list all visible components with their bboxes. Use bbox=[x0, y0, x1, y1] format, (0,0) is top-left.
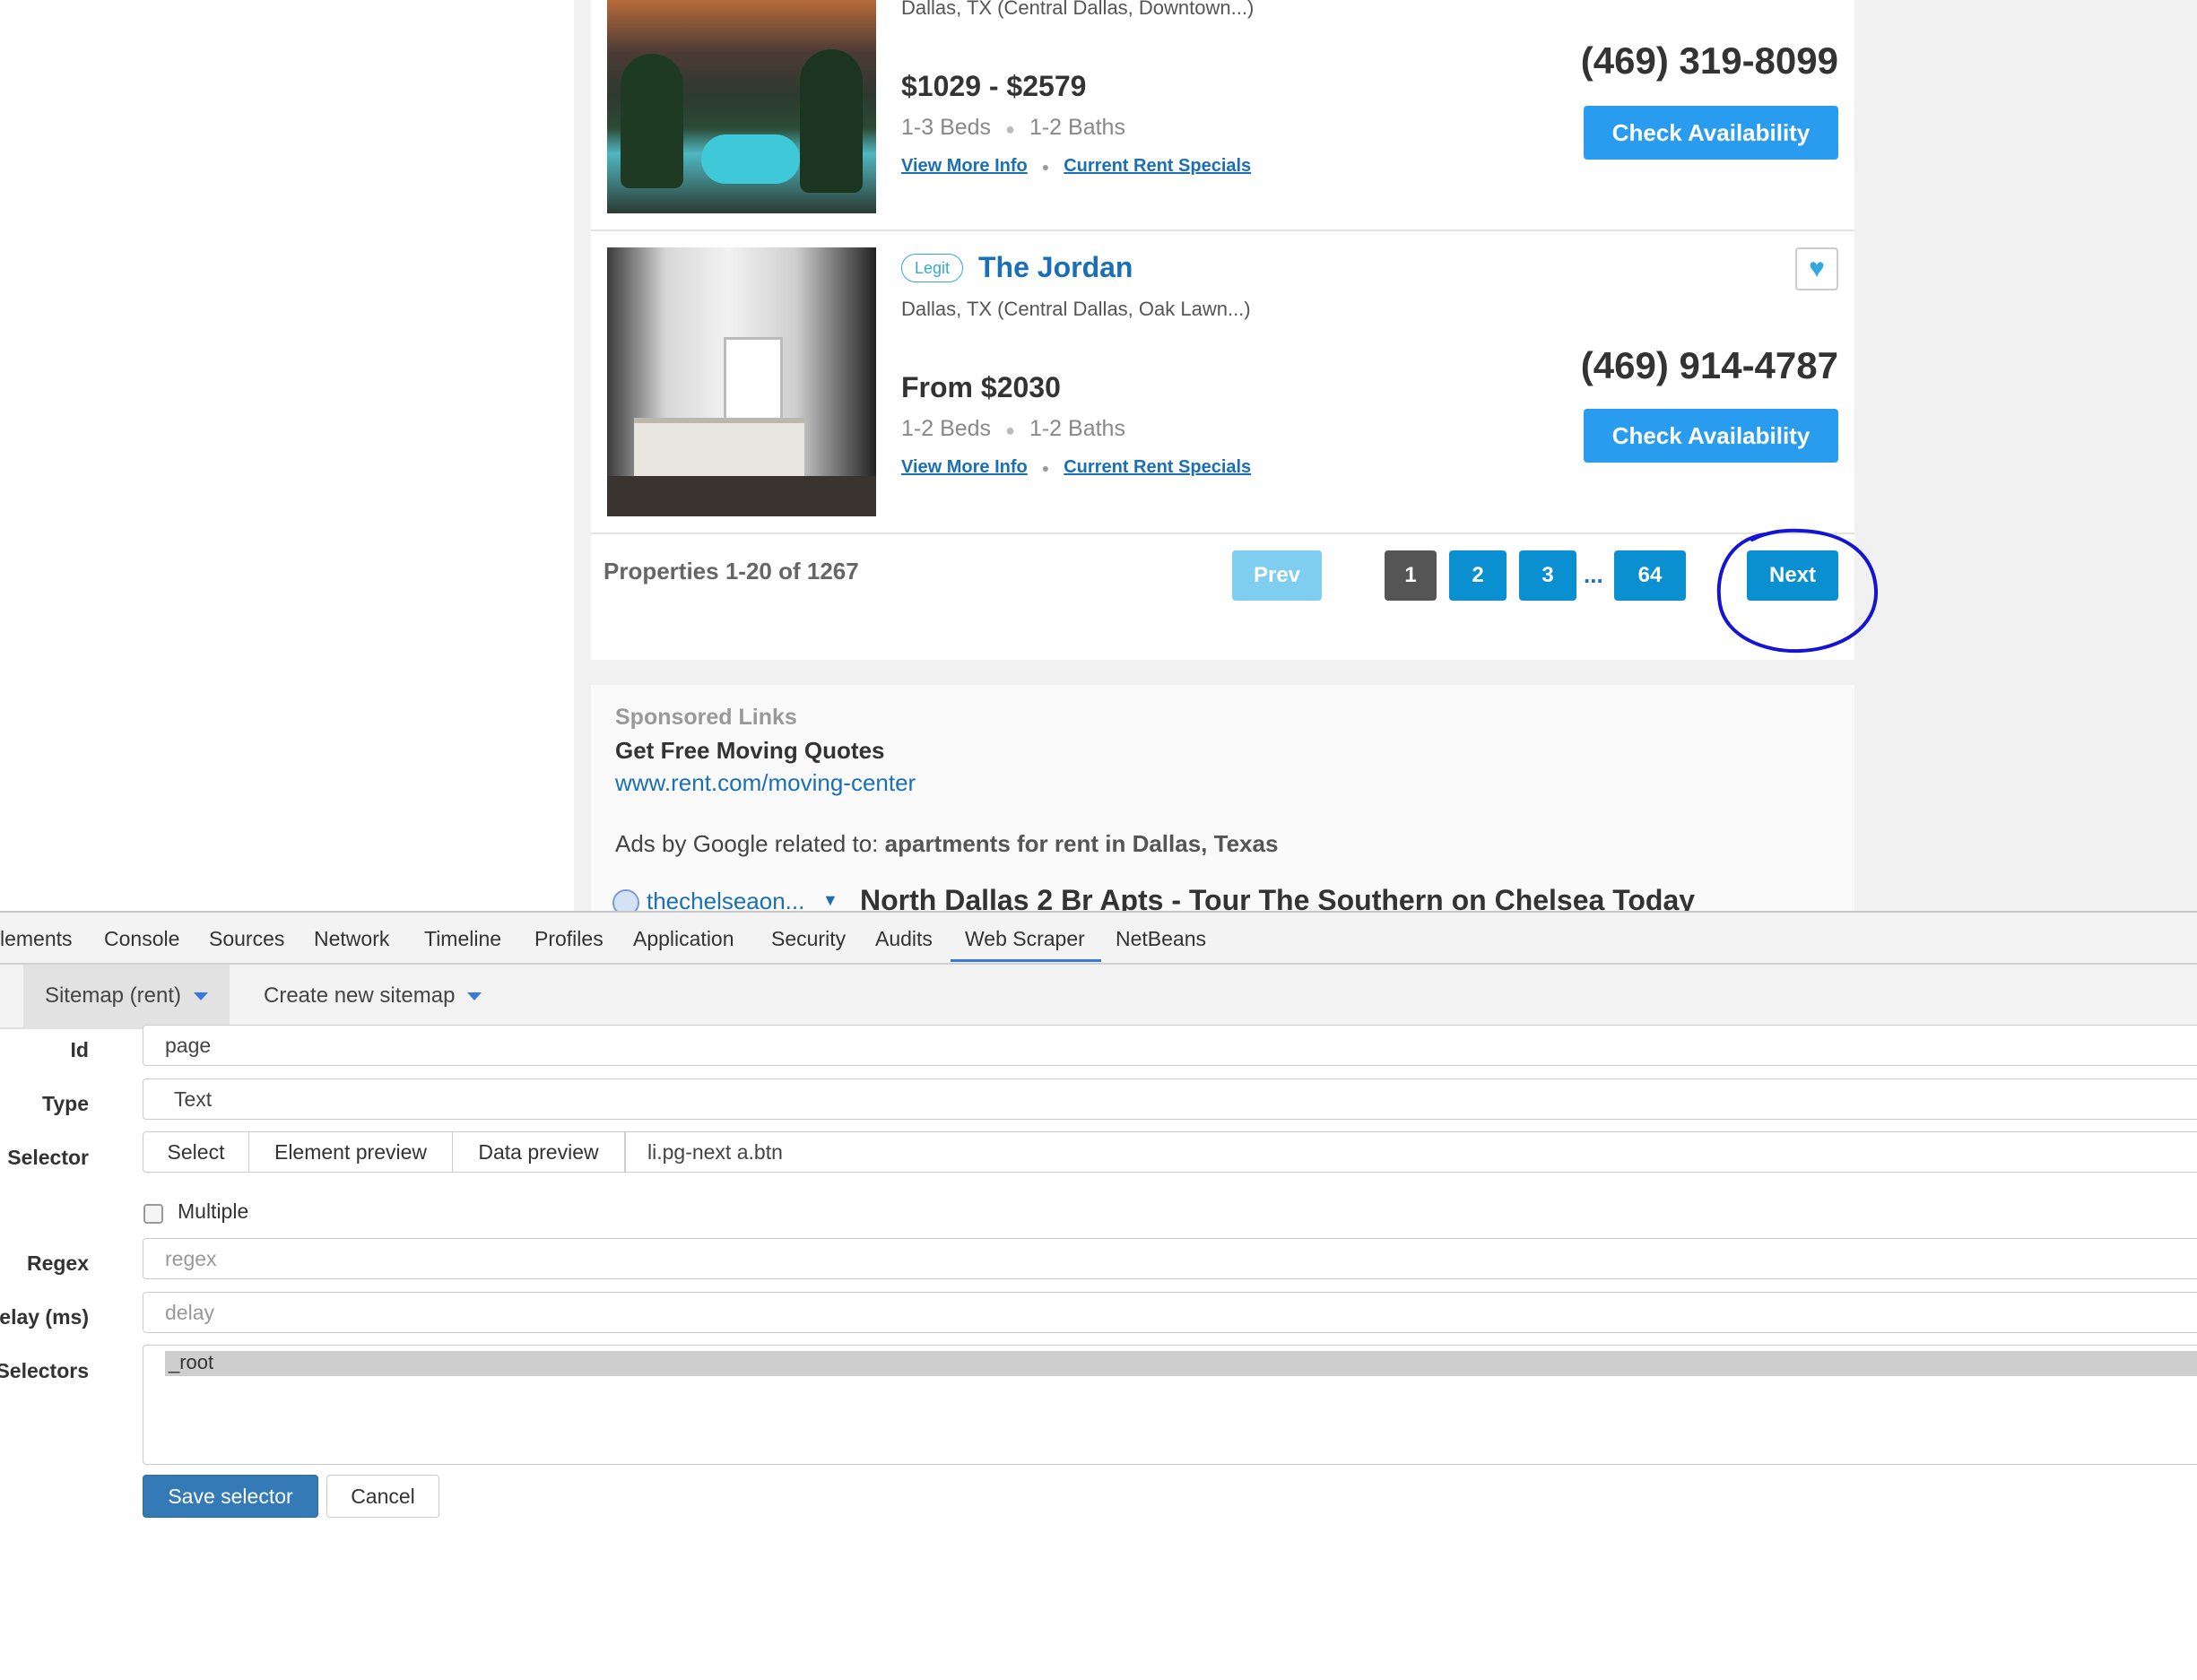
tab-timeline[interactable]: Timeline bbox=[424, 927, 501, 951]
tab-web-scraper[interactable]: Web Scraper bbox=[965, 927, 1085, 951]
listing-links: View More Info ● Current Rent Specials bbox=[901, 156, 1252, 176]
save-selector-button[interactable]: Save selector bbox=[143, 1475, 318, 1518]
listing-price: $1029 - $2579 bbox=[901, 70, 1087, 102]
selector-input[interactable]: li.pg-next a.btn bbox=[625, 1131, 2197, 1173]
listing-photo[interactable] bbox=[607, 247, 876, 516]
tab-console[interactable]: Console bbox=[104, 927, 179, 951]
regex-input[interactable]: regex bbox=[143, 1238, 2197, 1279]
tab-elements[interactable]: lements bbox=[0, 927, 73, 951]
tab-profiles[interactable]: Profiles bbox=[534, 927, 604, 951]
ads-by-google-text: Ads by Google related to: apartments for… bbox=[615, 830, 1278, 858]
multiple-checkbox[interactable] bbox=[143, 1204, 163, 1224]
delay-input[interactable]: delay bbox=[143, 1292, 2197, 1333]
beds-text: 1-3 Beds bbox=[901, 115, 992, 140]
next-page-button[interactable]: Next bbox=[1747, 550, 1838, 601]
web-page: Dallas, TX (Central Dallas, Downtown...)… bbox=[0, 0, 2197, 911]
tab-netbeans[interactable]: NetBeans bbox=[1116, 927, 1206, 951]
current-rent-specials-link[interactable]: Current Rent Specials bbox=[1064, 457, 1251, 477]
sitemap-dropdown[interactable]: Sitemap (rent) bbox=[23, 965, 230, 1027]
page-3-button[interactable]: 3 bbox=[1519, 550, 1576, 601]
baths-text: 1-2 Baths bbox=[1029, 115, 1125, 140]
tab-audits[interactable]: Audits bbox=[875, 927, 933, 951]
listing-links: View More Info ● Current Rent Specials bbox=[901, 457, 1252, 477]
legit-badge: Legit bbox=[901, 254, 964, 282]
globe-icon bbox=[612, 889, 639, 911]
current-rent-specials-link[interactable]: Current Rent Specials bbox=[1064, 156, 1251, 176]
selector-row: Select Element preview Data preview li.p… bbox=[143, 1131, 2197, 1173]
listing-card: Legit The Jordan ♥ Dallas, TX (Central D… bbox=[591, 231, 1854, 534]
favorite-heart-icon[interactable]: ♥ bbox=[1795, 247, 1838, 290]
listing-address: Dallas, TX (Central Dallas, Oak Lawn...) bbox=[901, 298, 1251, 320]
properties-count: Properties 1-20 of 1267 bbox=[604, 558, 859, 585]
listing-card: Dallas, TX (Central Dallas, Downtown...)… bbox=[591, 0, 1854, 231]
page-2-button[interactable]: 2 bbox=[1449, 550, 1507, 601]
tab-security[interactable]: Security bbox=[771, 927, 846, 951]
tab-network[interactable]: Network bbox=[314, 927, 389, 951]
check-availability-button[interactable]: Check Availability bbox=[1584, 106, 1838, 160]
parent-selector-option[interactable]: _root bbox=[165, 1351, 2197, 1376]
parent-selectors-listbox[interactable]: _root bbox=[143, 1345, 2197, 1465]
check-availability-button[interactable]: Check Availability bbox=[1584, 409, 1838, 463]
listing-phone[interactable]: (469) 914-4787 bbox=[1581, 344, 1838, 387]
baths-text: 1-2 Baths bbox=[1029, 416, 1125, 441]
page-64-button[interactable]: 64 bbox=[1614, 550, 1686, 601]
caret-down-icon[interactable]: ▼ bbox=[822, 891, 838, 910]
create-sitemap-label: Create new sitemap bbox=[264, 983, 456, 1008]
id-label: Id bbox=[70, 1038, 89, 1061]
listing-price: From $2030 bbox=[901, 371, 1061, 403]
element-preview-button[interactable]: Element preview bbox=[248, 1131, 453, 1173]
sitemap-dropdown-label: Sitemap (rent) bbox=[44, 983, 182, 1008]
listing-title[interactable]: The Jordan bbox=[978, 251, 1133, 284]
sponsored-url-link[interactable]: www.rent.com/moving-center bbox=[615, 769, 916, 797]
create-sitemap-dropdown[interactable]: Create new sitemap bbox=[242, 965, 503, 1027]
listing-photo[interactable] bbox=[607, 0, 876, 213]
listing-beds-baths: 1-3 Beds ● 1-2 Baths bbox=[901, 115, 1125, 140]
view-more-info-link[interactable]: View More Info bbox=[901, 457, 1028, 477]
listing-phone[interactable]: (469) 319-8099 bbox=[1581, 39, 1838, 82]
scraper-toolbar: Sitemap (rent) Create new sitemap bbox=[0, 965, 2197, 1029]
regex-label: Regex bbox=[26, 1251, 89, 1275]
prev-page-button[interactable]: Prev bbox=[1232, 550, 1322, 601]
sponsored-title[interactable]: Get Free Moving Quotes bbox=[615, 737, 885, 765]
devtools-tab-bar: lements Console Sources Network Timeline… bbox=[0, 913, 2197, 965]
beds-text: 1-2 Beds bbox=[901, 416, 992, 441]
delay-label: elay (ms) bbox=[0, 1305, 89, 1329]
ads-query: apartments for rent in Dallas, Texas bbox=[884, 830, 1279, 857]
listing-address: Dallas, TX (Central Dallas, Downtown...) bbox=[901, 0, 1255, 19]
chevron-down-icon bbox=[467, 992, 482, 1000]
type-select[interactable]: Text bbox=[143, 1078, 2197, 1120]
parent-selectors-label: Selectors bbox=[0, 1359, 89, 1382]
sponsored-heading: Sponsored Links bbox=[615, 705, 797, 730]
pagination-ellipsis: ... bbox=[1584, 561, 1603, 588]
active-tab-indicator bbox=[951, 959, 1101, 962]
id-input[interactable]: page bbox=[143, 1025, 2197, 1066]
type-label: Type bbox=[42, 1092, 89, 1115]
multiple-label: Multiple bbox=[178, 1199, 249, 1223]
sponsored-links-panel: Sponsored Links Get Free Moving Quotes w… bbox=[591, 685, 1854, 911]
listing-beds-baths: 1-2 Beds ● 1-2 Baths bbox=[901, 416, 1125, 441]
view-more-info-link[interactable]: View More Info bbox=[901, 156, 1028, 176]
ads-prefix: Ads by Google related to: bbox=[615, 830, 879, 857]
cancel-button[interactable]: Cancel bbox=[326, 1475, 439, 1518]
data-preview-button[interactable]: Data preview bbox=[452, 1131, 625, 1173]
ad-domain-link[interactable]: thechelseaon... bbox=[647, 888, 804, 911]
page-1-button[interactable]: 1 bbox=[1385, 550, 1437, 601]
ad-headline-link[interactable]: North Dallas 2 Br Apts - Tour The Southe… bbox=[860, 884, 1695, 911]
tab-sources[interactable]: Sources bbox=[209, 927, 284, 951]
tab-application[interactable]: Application bbox=[633, 927, 734, 951]
chevron-down-icon bbox=[194, 992, 209, 1000]
selector-label: Selector bbox=[7, 1146, 89, 1169]
select-button[interactable]: Select bbox=[143, 1131, 249, 1173]
pagination-bar: Properties 1-20 of 1267 Prev 1 2 3 ... 6… bbox=[591, 534, 1854, 660]
